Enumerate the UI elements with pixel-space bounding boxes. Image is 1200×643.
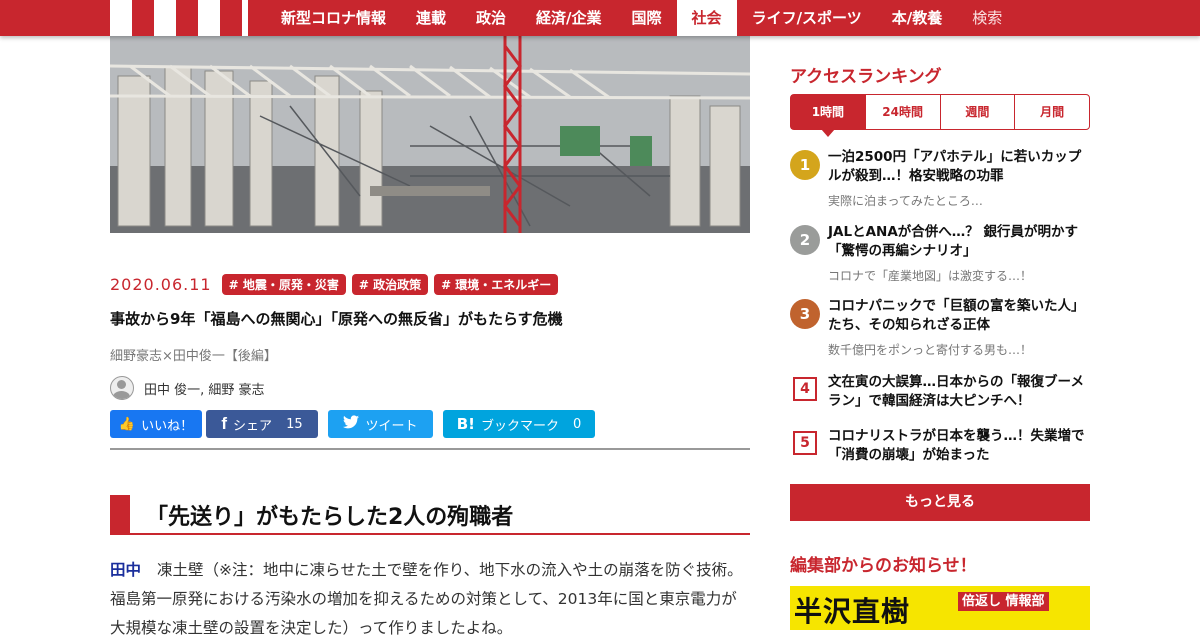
ranking-item-title: 一泊2500円「アパホテル」に若いカップルが殺到…！格安戦略の功罪 [828, 149, 1082, 184]
ranking-item-5[interactable]: 5 コロナリストラが日本を襲う…！失業増で「消費の崩壊」が始まった [790, 428, 1090, 469]
tag-politics[interactable]: # 政治政策 [351, 274, 429, 295]
like-label: いいね！ [141, 418, 194, 434]
thumbs-up-icon: 👍 [118, 416, 136, 432]
hero-image [110, 36, 750, 233]
ranking-item-4[interactable]: 4 文在寅の大誤算…日本からの「報復ブーメラン」で韓国経済は大ピンチへ！ [790, 374, 1090, 415]
ranking-item-3[interactable]: 3 コロナパニックで「巨額の富を築いた人」たち、その知られざる正体 数千億円をポ… [790, 298, 1090, 359]
tab-monthly[interactable]: 月間 [1014, 95, 1089, 129]
gold-medal-icon: 1 [790, 150, 820, 180]
twitter-icon [343, 415, 360, 433]
section-heading: 「先送り」がもたらした2人の殉職者 [110, 495, 750, 535]
rank-number: 4 [793, 377, 817, 401]
notice-title: 編集部からのお知らせ！ [790, 556, 977, 576]
facebook-icon: f [221, 414, 228, 433]
tweet-button[interactable]: ツイート [328, 410, 433, 438]
tab-24hours[interactable]: 24時間 [864, 95, 940, 129]
speaker-name: 田中 [110, 561, 142, 579]
silver-medal-icon: 2 [790, 225, 820, 255]
article-meta: 2020.06.11 # 地震・原発・災害 # 政治政策 # 環境・エネルギー [110, 274, 564, 295]
tab-weekly[interactable]: 週間 [939, 95, 1015, 129]
site-logo[interactable] [110, 0, 248, 36]
nav-search[interactable]: 検索 [957, 0, 1017, 36]
nav-item-politics[interactable]: 政治 [461, 0, 521, 36]
facebook-share-button[interactable]: f シェア 15 [206, 410, 318, 438]
article-date: 2020.06.11 [110, 275, 212, 294]
author-names[interactable]: 田中 俊一, 細野 豪志 [144, 379, 265, 398]
hatena-bookmark-icon: B! [456, 415, 475, 433]
article-authors: 田中 俊一, 細野 豪志 [110, 376, 265, 400]
ranking-item-1[interactable]: 1 一泊2500円「アパホテル」に若いカップルが殺到…！格安戦略の功罪 実際に泊… [790, 149, 1090, 210]
bookmark-label: ブックマーク [480, 418, 559, 434]
nav-item-books[interactable]: 本/教養 [877, 0, 957, 36]
avatar-icon [110, 376, 134, 400]
ranking-item-sub: 実際に泊まってみたところ… [828, 194, 983, 208]
main-nav: 新型コロナ情報 連載 政治 経済/企業 国際 社会 ライフ/スポーツ 本/教養 … [266, 0, 1017, 36]
ranking-item-title: JALとANAが合併へ…？ 銀行員が明かす「驚愕の再編シナリオ」 [828, 224, 1078, 259]
ranking-item-title: コロナリストラが日本を襲う…！失業増で「消費の崩壊」が始まった [828, 428, 1085, 463]
share-count: 15 [286, 416, 303, 432]
tag-environment[interactable]: # 環境・エネルギー [434, 274, 559, 295]
more-ranking-button[interactable]: もっと見る [790, 484, 1090, 521]
nav-item-corona[interactable]: 新型コロナ情報 [266, 0, 401, 36]
ranking-item-title: コロナパニックで「巨額の富を築いた人」たち、その知られざる正体 [828, 298, 1085, 333]
share-divider [110, 448, 750, 450]
banner-title: 半沢直樹 [794, 595, 911, 628]
body-paragraph: 凍土壁（※注：地中に凍らせた土で壁を作り、地下水の流入や土の崩落を防ぐ技術。福島… [110, 561, 743, 637]
ranking-title: アクセスランキング [790, 67, 942, 87]
top-navbar: 新型コロナ情報 連載 政治 経済/企業 国際 社会 ライフ/スポーツ 本/教養 … [0, 0, 1200, 36]
heading-accent-bar [110, 495, 130, 533]
ranking-item-sub: 数千億円をポンっと寄付する男も…！ [828, 343, 1033, 357]
like-button[interactable]: 👍 いいね！ [110, 410, 202, 438]
tweet-label: ツイート [365, 418, 418, 434]
ranking-item-2[interactable]: 2 JALとANAが合併へ…？ 銀行員が明かす「驚愕の再編シナリオ」 コロナで「… [790, 224, 1090, 285]
bookmark-count: 0 [573, 416, 582, 432]
share-label: シェア [233, 418, 273, 434]
rank-number: 5 [793, 431, 817, 455]
tab-1hour[interactable]: 1時間 [791, 95, 865, 137]
ranking-item-title: 文在寅の大誤算…日本からの「報復ブーメラン」で韓国経済は大ピンチへ！ [828, 374, 1084, 409]
nav-item-series[interactable]: 連載 [401, 0, 461, 36]
nav-item-economy[interactable]: 経済/企業 [521, 0, 616, 36]
bronze-medal-icon: 3 [790, 299, 820, 329]
notice-banner[interactable]: 半沢直樹 倍返し 情報部 [790, 586, 1090, 630]
nav-item-life-sports[interactable]: ライフ/スポーツ [737, 0, 877, 36]
ranking-item-sub: コロナで「産業地図」は激変する…！ [828, 269, 1033, 283]
tag-disaster[interactable]: # 地震・原発・災害 [221, 274, 346, 295]
hatena-bookmark-button[interactable]: B! ブックマーク 0 [443, 410, 595, 438]
nav-item-international[interactable]: 国際 [617, 0, 677, 36]
banner-badge: 倍返し 情報部 [958, 592, 1049, 611]
reactor-building-photo [110, 36, 750, 233]
article-subtitle: 細野豪志×田中俊一【後編】 [110, 349, 277, 364]
nav-item-society[interactable]: 社会 [676, 0, 737, 36]
ranking-tabs: 1時間 24時間 週間 月間 [790, 94, 1090, 137]
article-title: 事故から9年「福島への無関心」「原発への無反省」がもたらす危機 [110, 310, 563, 328]
section-heading-text: 「先送り」がもたらした2人の殉職者 [146, 505, 514, 530]
